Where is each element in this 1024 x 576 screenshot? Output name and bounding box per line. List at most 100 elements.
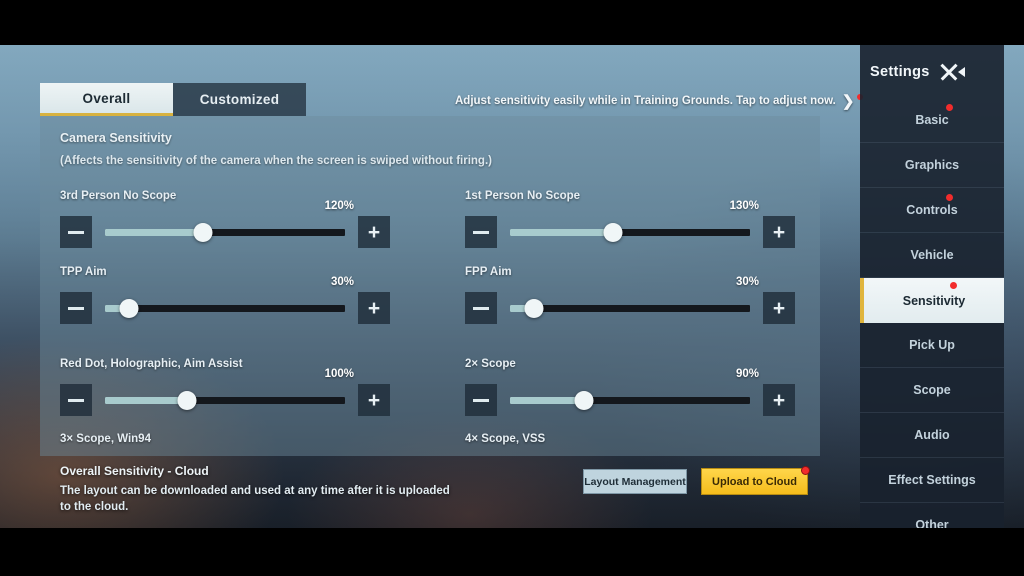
sidebar-item-label: Audio (914, 428, 950, 442)
slider-value: 100% (324, 368, 354, 380)
sidebar-item-label: Graphics (904, 158, 960, 172)
sidebar-item-label: Scope (913, 383, 951, 397)
minus-icon (68, 398, 84, 402)
slider-label-3x-scope-win94: 3× Scope, Win94 (60, 433, 151, 445)
plus-icon: + (367, 220, 381, 244)
slider-value: 30% (735, 276, 759, 288)
sidebar-item-vehicle[interactable]: Vehicle (860, 233, 1004, 278)
slider-handle[interactable] (603, 223, 623, 242)
slider-label: TPP Aim (60, 266, 107, 278)
sidebar-item-label: Effect Settings (888, 473, 976, 487)
slider-handle[interactable] (177, 391, 197, 410)
minus-icon (473, 306, 489, 310)
slider-value: 30% (330, 276, 354, 288)
slider-label: 3rd Person No Scope (60, 190, 177, 202)
increase-button[interactable]: + (358, 216, 390, 248)
slider-fill (105, 229, 204, 236)
upload-to-cloud-button[interactable]: Upload to Cloud (701, 466, 810, 495)
increase-button[interactable]: + (763, 292, 795, 324)
training-grounds-banner[interactable]: Adjust sensitivity easily while in Train… (455, 92, 864, 110)
slider-control: + (465, 216, 795, 248)
sidebar-item-audio[interactable]: Audio (860, 413, 1004, 458)
slider-label: 2× Scope (465, 358, 516, 370)
slider-track[interactable] (105, 391, 345, 410)
plus-icon: + (772, 296, 786, 320)
overall-sensitivity-cloud-description: The layout can be downloaded and used at… (60, 485, 450, 513)
plus-icon: + (367, 388, 381, 412)
sidebar-item-basic[interactable]: Basic (860, 98, 1004, 143)
sidebar-item-label: Pick Up (909, 338, 955, 352)
layout-management-button[interactable]: Layout Management (583, 469, 687, 494)
slider-track[interactable] (105, 223, 345, 242)
layout-management-label: Layout Management (584, 475, 686, 488)
slider-fill (510, 397, 585, 404)
settings-sidebar: Settings Basic Graphics Controls Vehicle (860, 45, 1004, 548)
sensitivity-tab-bar: Overall Customized (40, 83, 306, 116)
upload-notification-dot (801, 466, 810, 475)
slider-control: + (60, 384, 390, 416)
slider-control: + (465, 384, 795, 416)
slider-track[interactable] (510, 223, 750, 242)
sidebar-item-label: Basic (915, 113, 949, 127)
sidebar-item-graphics[interactable]: Graphics (860, 143, 1004, 188)
slider-handle[interactable] (524, 299, 544, 318)
sidebar-item-controls[interactable]: Controls (860, 188, 1004, 233)
plus-icon: + (772, 220, 786, 244)
increase-button[interactable]: + (763, 216, 795, 248)
slider-control: + (465, 292, 795, 324)
minus-icon (68, 306, 84, 310)
decrease-button[interactable] (465, 216, 497, 248)
notification-dot (946, 104, 953, 111)
overall-sensitivity-cloud-title: Overall Sensitivity - Cloud (60, 464, 209, 478)
game-settings-screen: Overall Customized Adjust sensitivity ea… (0, 0, 1024, 576)
notification-dot (946, 194, 953, 201)
sidebar-item-scope[interactable]: Scope (860, 368, 1004, 413)
slider-label: Red Dot, Holographic, Aim Assist (60, 358, 243, 370)
decrease-button[interactable] (465, 292, 497, 324)
camera-sensitivity-subtitle: (Affects the sensitivity of the camera w… (60, 155, 492, 167)
slider-value: 120% (324, 200, 354, 212)
settings-title: Settings (870, 64, 930, 80)
tab-customized[interactable]: Customized (173, 83, 306, 116)
slider-fill (510, 229, 614, 236)
sidebar-item-sensitivity[interactable]: Sensitivity (860, 278, 1004, 323)
upload-to-cloud-label: Upload to Cloud (712, 475, 797, 488)
plus-icon: + (367, 296, 381, 320)
slider-handle[interactable] (193, 223, 213, 242)
slider-handle[interactable] (119, 299, 139, 318)
sidebar-header: Settings (860, 55, 1004, 89)
sidebar-item-effect-settings[interactable]: Effect Settings (860, 458, 1004, 503)
letterbox-bottom (0, 528, 1024, 576)
tab-overall[interactable]: Overall (40, 83, 173, 116)
increase-button[interactable]: + (763, 384, 795, 416)
increase-button[interactable]: + (358, 292, 390, 324)
slider-value: 90% (735, 368, 759, 380)
decrease-button[interactable] (60, 292, 92, 324)
slider-value: 130% (729, 200, 759, 212)
decrease-button[interactable] (60, 384, 92, 416)
slider-label: FPP Aim (465, 266, 512, 278)
slider-track[interactable] (105, 299, 345, 318)
sidebar-item-pick-up[interactable]: Pick Up (860, 323, 1004, 368)
tab-overall-label: Overall (82, 90, 131, 106)
sidebar-menu-list: Basic Graphics Controls Vehicle Sensitiv… (860, 98, 1004, 548)
slider-track[interactable] (510, 299, 750, 318)
slider-track[interactable] (510, 391, 750, 410)
decrease-button[interactable] (60, 216, 92, 248)
slider-control: + (60, 292, 390, 324)
minus-icon (473, 398, 489, 402)
chevron-right-icon: ❯ (841, 93, 855, 110)
triangle-left-icon (957, 67, 965, 77)
notification-dot (950, 282, 957, 289)
decrease-button[interactable] (465, 384, 497, 416)
increase-button[interactable]: + (358, 384, 390, 416)
banner-text: Adjust sensitivity easily while in Train… (455, 95, 836, 107)
sidebar-item-label: Vehicle (910, 248, 954, 262)
close-x-icon (940, 63, 959, 82)
slider-handle[interactable] (574, 391, 594, 410)
close-settings-button[interactable] (940, 63, 965, 82)
camera-sensitivity-title: Camera Sensitivity (60, 131, 172, 145)
minus-icon (68, 230, 84, 234)
sidebar-item-label: Sensitivity (902, 293, 966, 308)
tab-customized-label: Customized (199, 92, 280, 107)
